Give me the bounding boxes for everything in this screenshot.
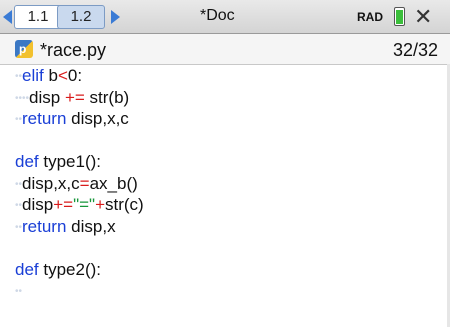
code-line[interactable]: ••••disp += str(b): [15, 87, 447, 109]
code-line[interactable]: ••disp+="="+str(c): [15, 194, 447, 216]
code-editor[interactable]: ••elif b<0: ••••disp += str(b) ••return …: [15, 65, 447, 327]
code-text: disp: [22, 195, 54, 214]
top-tab-bar: 1.1 1.2 *Doc RAD ✕: [0, 0, 450, 34]
next-page-arrow-icon[interactable]: [111, 10, 120, 24]
indent-dots: ••: [15, 178, 23, 190]
code-text: 0:: [67, 66, 83, 85]
line-counter: 32/32: [392, 40, 438, 60]
string-literal: "=": [73, 195, 96, 214]
code-text: disp,x,c: [22, 173, 80, 193]
operator: +=: [64, 87, 85, 107]
tab-1-2[interactable]: 1.2: [57, 5, 105, 29]
file-header: p *race.py 32/32: [0, 34, 450, 65]
code-line[interactable]: ••disp,x,c=ax_b(): [15, 173, 447, 195]
code-line-blank[interactable]: [15, 130, 447, 152]
indent-dots: ••: [15, 221, 23, 233]
battery-icon: [394, 7, 405, 26]
code-text: disp,x,c: [66, 109, 129, 128]
operator: <: [57, 66, 68, 85]
document-title: *Doc: [200, 7, 235, 24]
code-line-blank[interactable]: [15, 237, 447, 259]
indent-dots: ••: [15, 113, 23, 125]
python-file-icon: p: [15, 40, 33, 58]
indent-dots: ••: [15, 199, 23, 211]
operator: +=: [53, 195, 74, 214]
code-text: b: [43, 66, 58, 85]
indent-dots: ••: [15, 285, 23, 297]
code-text: ax_b(): [89, 173, 138, 193]
operator: =: [79, 173, 90, 193]
tab-1-1[interactable]: 1.1: [14, 5, 62, 29]
keyword: def: [15, 259, 39, 279]
file-name: *race.py: [40, 40, 107, 60]
keyword: def: [15, 152, 39, 171]
code-text: type2():: [38, 259, 101, 279]
code-line[interactable]: ••return disp,x: [15, 216, 447, 238]
code-text: disp,x: [66, 216, 116, 236]
operator: +: [95, 195, 105, 214]
code-line[interactable]: ••elif b<0:: [15, 65, 447, 87]
angle-mode-indicator: RAD: [357, 10, 383, 24]
code-text: type1():: [38, 152, 101, 171]
keyword: elif: [22, 66, 44, 85]
code-line[interactable]: ••return disp,x,c: [15, 108, 447, 130]
keyword: return: [22, 216, 67, 236]
code-text: str(b): [84, 87, 130, 107]
previous-page-arrow-icon[interactable]: [3, 10, 12, 24]
code-text: str(c): [105, 195, 144, 214]
code-line[interactable]: ••: [15, 280, 447, 302]
code-text: disp: [29, 87, 65, 107]
indent-dots: ••••: [15, 92, 30, 104]
close-icon[interactable]: ✕: [414, 4, 432, 30]
code-line[interactable]: def type1():: [15, 151, 447, 173]
indent-dots: ••: [15, 70, 23, 82]
keyword: return: [22, 109, 67, 128]
code-line[interactable]: def type2():: [15, 259, 447, 281]
